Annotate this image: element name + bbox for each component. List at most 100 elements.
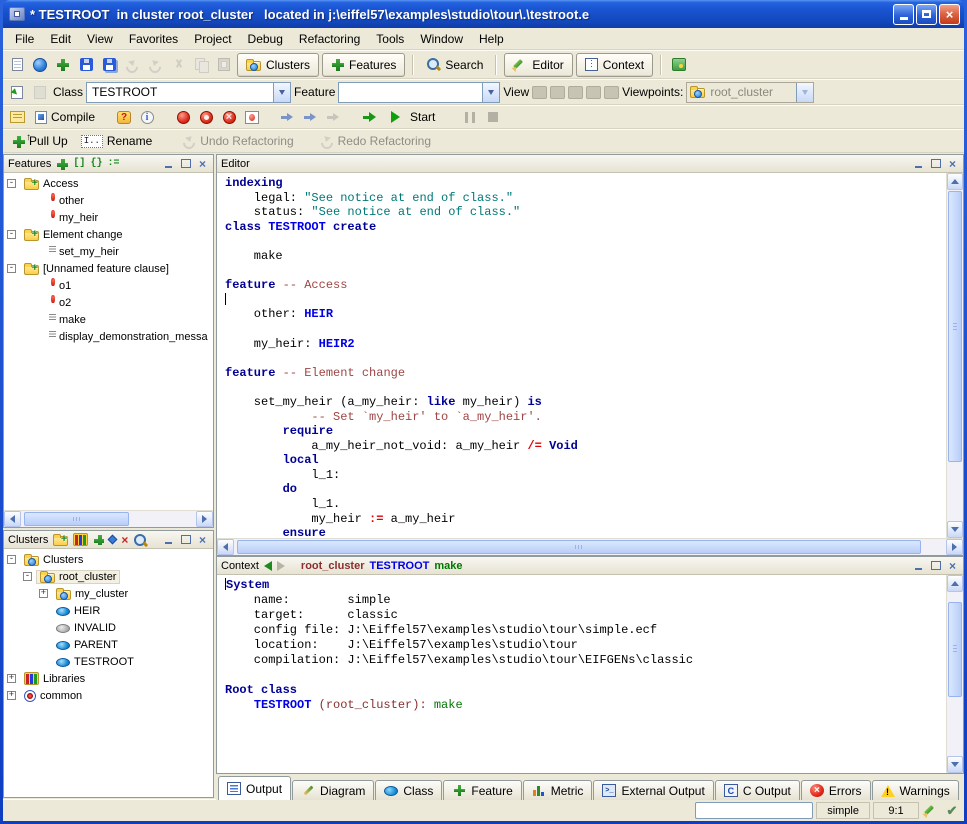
tree-item-access[interactable]: -Access <box>4 175 213 192</box>
menu-favorites[interactable]: Favorites <box>121 30 186 48</box>
feature-combobox[interactable] <box>338 82 500 103</box>
tree-node[interactable]: Access <box>20 177 82 191</box>
breakpoint-remove-icon[interactable] <box>219 107 239 127</box>
tree-node[interactable]: TESTROOT <box>52 655 138 669</box>
clusters-panel-header[interactable]: Clusters × × <box>4 531 213 549</box>
tab-output[interactable]: Output <box>218 776 291 800</box>
editor-close-icon[interactable]: × <box>946 158 959 170</box>
menu-view[interactable]: View <box>79 30 121 48</box>
run-to-cursor-icon[interactable] <box>360 107 380 127</box>
tree-item-clusters[interactable]: -Clusters <box>4 551 213 568</box>
context-tool-button[interactable]: Context <box>576 53 653 77</box>
tree-node[interactable]: set_my_heir <box>36 244 123 259</box>
scrollbar-thumb[interactable] <box>948 191 962 462</box>
compile-settings-icon[interactable] <box>7 107 27 127</box>
context-panel-header[interactable]: Context root_cluster TESTROOT make × <box>217 557 963 575</box>
scroll-left-icon[interactable] <box>217 539 234 555</box>
start-button[interactable]: Start <box>383 106 440 128</box>
context-output-area[interactable]: System name: simple target: classic conf… <box>217 575 946 773</box>
diamond-icon[interactable] <box>108 535 118 545</box>
tree-item-my-cluster[interactable]: + my_cluster <box>4 585 213 602</box>
compile-button[interactable]: Compile <box>30 106 100 128</box>
remove-icon[interactable]: × <box>121 533 128 547</box>
menu-tools[interactable]: Tools <box>368 30 412 48</box>
tree-node[interactable]: HEIR <box>52 604 104 618</box>
tab-c-output[interactable]: C Output <box>715 780 800 800</box>
step-over-icon[interactable] <box>301 107 321 127</box>
expand-plus-icon[interactable]: + <box>7 674 16 683</box>
tree-item-element-change[interactable]: -Element change <box>4 226 213 243</box>
tree-item-my-heir[interactable]: my_heir <box>4 209 213 226</box>
maximize-button[interactable] <box>916 4 937 25</box>
send-to-new-tool-icon[interactable] <box>7 82 27 102</box>
context-vertical-scrollbar[interactable] <box>946 575 963 773</box>
tree-node[interactable]: Libraries <box>20 671 89 686</box>
tree-item-heir[interactable]: HEIR <box>4 602 213 619</box>
expand-plus-icon[interactable]: + <box>39 589 48 598</box>
tab-diagram[interactable]: Diagram <box>292 780 374 800</box>
tree-item-set-my-heir[interactable]: set_my_heir <box>4 243 213 260</box>
editor-code-area[interactable]: indexing legal: "See notice at end of cl… <box>217 173 946 538</box>
step-into-icon[interactable] <box>278 107 298 127</box>
braces-icon[interactable]: {} <box>90 158 102 169</box>
tree-item-parent[interactable]: PARENT <box>4 636 213 653</box>
status-search-input[interactable] <box>695 802 813 819</box>
tree-item-other[interactable]: other <box>4 192 213 209</box>
tab-warnings[interactable]: Warnings <box>872 780 959 800</box>
menu-project[interactable]: Project <box>186 30 239 48</box>
title-bar[interactable]: * TESTROOT in cluster root_cluster locat… <box>3 0 964 28</box>
tree-item-o1[interactable]: o1 <box>4 277 213 294</box>
find-cluster-icon[interactable] <box>133 533 146 546</box>
menu-refactoring[interactable]: Refactoring <box>291 30 368 48</box>
breadcrumb-feature[interactable]: make <box>434 560 462 572</box>
tree-node[interactable]: make <box>36 312 90 327</box>
menu-edit[interactable]: Edit <box>42 30 79 48</box>
add-feature-icon[interactable] <box>56 158 68 170</box>
tree-node[interactable]: my_heir <box>36 210 102 225</box>
tree-item-root-cluster[interactable]: -root_cluster <box>4 568 213 585</box>
tree-node[interactable]: PARENT <box>52 638 122 652</box>
brackets-icon[interactable]: [] <box>73 158 85 169</box>
new-document-icon[interactable] <box>7 55 27 75</box>
tree-node[interactable]: my_cluster <box>52 587 132 601</box>
context-maximize-icon[interactable] <box>929 560 942 572</box>
scroll-down-icon[interactable] <box>947 521 963 538</box>
context-minimize-icon[interactable] <box>912 560 925 572</box>
new-cluster-icon[interactable] <box>53 536 68 546</box>
breadcrumb-class[interactable]: TESTROOT <box>370 560 430 572</box>
edit-mode-icon[interactable] <box>922 802 940 819</box>
tree-item-display-demonstration-messa[interactable]: display_demonstration_messa <box>4 328 213 345</box>
scroll-right-icon[interactable] <box>196 511 213 527</box>
tree-node[interactable]: root_cluster <box>36 570 120 584</box>
editor-minimize-icon[interactable] <box>912 158 925 170</box>
features-minimize-icon[interactable] <box>162 158 175 170</box>
menu-window[interactable]: Window <box>412 30 471 48</box>
history-back-icon[interactable] <box>264 561 272 571</box>
tree-item-invalid[interactable]: INVALID <box>4 619 213 636</box>
tree-item-common[interactable]: +common <box>4 687 213 704</box>
tab-external-output[interactable]: External Output <box>593 780 713 800</box>
editor-horizontal-scrollbar[interactable] <box>217 538 963 555</box>
menu-file[interactable]: File <box>7 30 42 48</box>
editor-maximize-icon[interactable] <box>929 158 942 170</box>
add-class-icon[interactable] <box>93 534 104 545</box>
tree-node[interactable]: Clusters <box>20 553 87 567</box>
features-tool-button[interactable]: Features <box>322 53 405 77</box>
tree-node[interactable]: [Unnamed feature clause] <box>20 262 173 276</box>
breakpoint-disable-icon[interactable] <box>196 107 216 127</box>
expand-minus-icon[interactable]: - <box>7 179 16 188</box>
check-icon[interactable]: ✔ <box>943 802 961 819</box>
scroll-up-icon[interactable] <box>947 575 963 592</box>
editor-panel-header[interactable]: Editor × <box>217 155 963 173</box>
compile-help-icon[interactable]: ? <box>114 107 134 127</box>
features-panel-header[interactable]: Features [] {} := × <box>4 155 213 173</box>
features-maximize-icon[interactable] <box>179 158 192 170</box>
tree-node[interactable]: Element change <box>20 228 127 242</box>
expand-minus-icon[interactable]: - <box>7 230 16 239</box>
expand-minus-icon[interactable]: - <box>23 572 32 581</box>
tree-node[interactable]: common <box>20 688 86 703</box>
scrollbar-thumb[interactable] <box>948 602 962 697</box>
info-icon[interactable]: i <box>137 107 157 127</box>
profile-tool-icon[interactable] <box>669 55 689 75</box>
feature-combobox-arrow-icon[interactable] <box>482 83 499 102</box>
